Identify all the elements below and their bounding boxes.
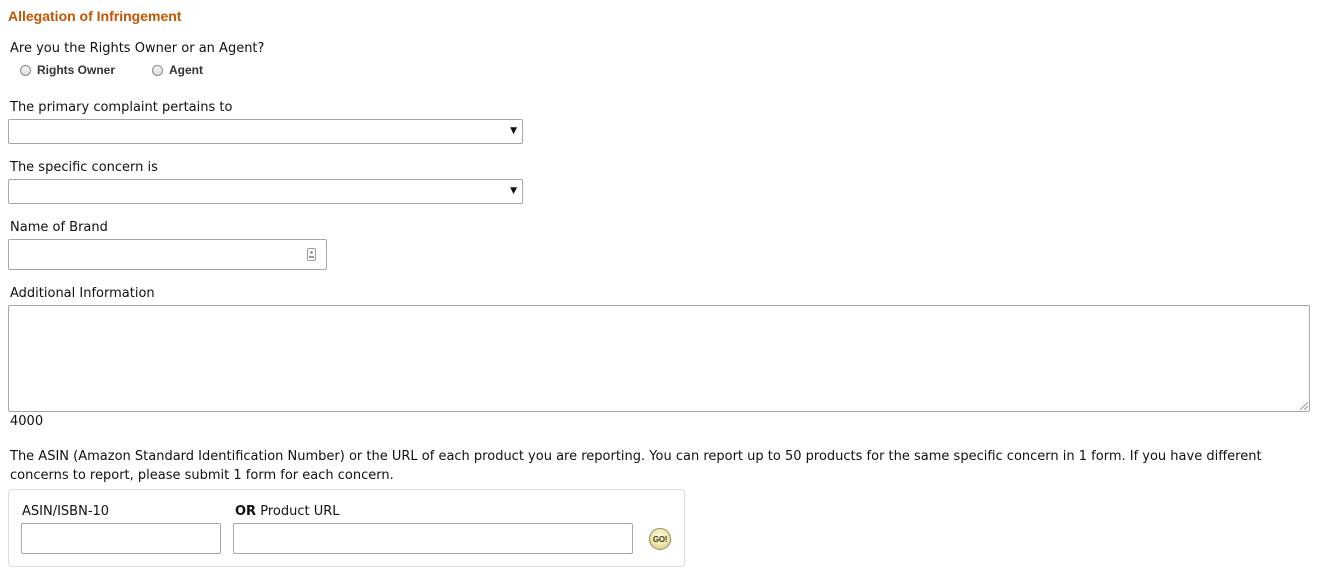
brand-label: Name of Brand — [10, 220, 108, 235]
radio-agent-label: Agent — [169, 63, 203, 77]
product-url-input[interactable] — [233, 523, 633, 554]
go-button[interactable]: GO! — [649, 528, 671, 550]
additional-info-textarea[interactable] — [8, 305, 1310, 412]
specific-concern-select[interactable]: ▼ — [8, 179, 523, 204]
radio-rights-owner-control[interactable] — [20, 64, 31, 76]
products-instructions: The ASIN (Amazon Standard Identification… — [10, 449, 1262, 483]
resize-handle-icon[interactable] — [1300, 402, 1308, 410]
url-label-text: Product URL — [260, 504, 340, 519]
additional-info-label: Additional Information — [10, 286, 155, 301]
contact-card-icon[interactable] — [307, 248, 316, 261]
radio-agent-control[interactable] — [152, 64, 163, 76]
section-title: Allegation of Infringement — [8, 8, 182, 24]
caret-down-icon: ▼ — [510, 186, 517, 196]
caret-down-icon: ▼ — [510, 126, 517, 136]
role-question: Are you the Rights Owner or an Agent? — [10, 41, 265, 56]
asin-label: ASIN/ISBN-10 — [22, 504, 110, 519]
url-label: OR Product URL — [235, 504, 340, 520]
asin-input[interactable] — [21, 523, 221, 554]
brand-input[interactable] — [8, 239, 327, 270]
radio-rights-owner[interactable]: Rights Owner — [20, 63, 115, 77]
go-button-label: GO! — [652, 534, 668, 544]
url-label-or: OR — [235, 504, 257, 519]
primary-complaint-label: The primary complaint pertains to — [10, 100, 233, 115]
char-counter: 4000 — [10, 414, 44, 429]
primary-complaint-select[interactable]: ▼ — [8, 119, 523, 144]
specific-concern-label: The specific concern is — [10, 160, 158, 175]
radio-rights-owner-label: Rights Owner — [37, 63, 116, 77]
radio-agent[interactable]: Agent — [152, 63, 203, 77]
